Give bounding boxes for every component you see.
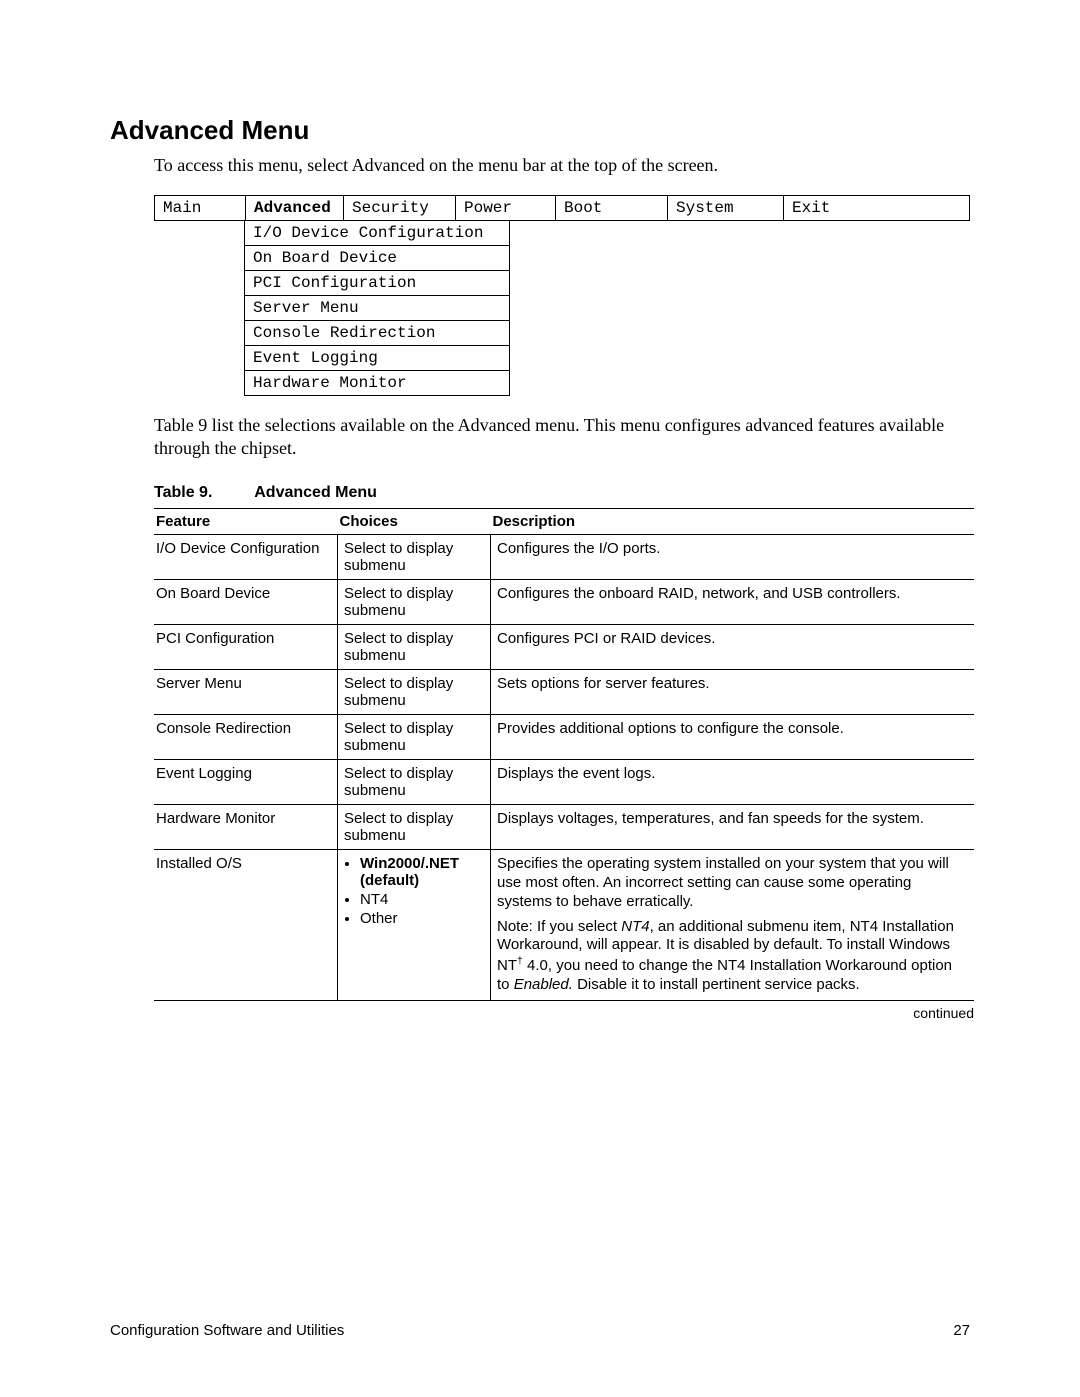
- table-row: Hardware MonitorSelect to display submen…: [154, 805, 974, 850]
- table-reference-paragraph: Table 9 list the selections available on…: [154, 414, 970, 461]
- menu-bar-item: System: [667, 196, 783, 220]
- table-row: Installed O/S Win2000/.NET (default) NT4 Ot…: [154, 850, 974, 1000]
- cell-description: Configures the I/O ports.: [491, 535, 975, 580]
- page-footer: Configuration Software and Utilities 27: [110, 1322, 970, 1339]
- bios-menu-bar: MainAdvancedSecurityPowerBootSystemExit: [154, 195, 970, 221]
- intro-paragraph: To access this menu, select Advanced on …: [154, 154, 970, 177]
- cell-choices: Select to display submenu: [338, 760, 491, 805]
- cell-description: Displays the event logs.: [491, 760, 975, 805]
- menu-bar-item: Advanced: [245, 196, 343, 220]
- menu-bar-item: Security: [343, 196, 455, 220]
- submenu-item: On Board Device: [245, 246, 509, 271]
- cell-choices: Select to display submenu: [338, 715, 491, 760]
- footer-left: Configuration Software and Utilities: [110, 1322, 344, 1339]
- menu-bar-item: Boot: [555, 196, 667, 220]
- choice-item: Other: [360, 910, 484, 927]
- col-header-choices: Choices: [338, 509, 491, 535]
- table-caption-number: Table 9.: [154, 484, 212, 501]
- cell-feature: PCI Configuration: [154, 625, 338, 670]
- submenu-item: PCI Configuration: [245, 271, 509, 296]
- cell-feature: On Board Device: [154, 580, 338, 625]
- bios-advanced-submenu: I/O Device ConfigurationOn Board DeviceP…: [244, 221, 510, 396]
- choice-item: Win2000/.NET (default): [360, 855, 484, 889]
- cell-feature: Console Redirection: [154, 715, 338, 760]
- table-caption-title: Advanced Menu: [254, 484, 377, 501]
- cell-choices: Select to display submenu: [338, 805, 491, 850]
- menu-bar-item: Power: [455, 196, 555, 220]
- table-row: Server MenuSelect to display submenuSets…: [154, 670, 974, 715]
- cell-description: Displays voltages, temperatures, and fan…: [491, 805, 975, 850]
- cell-feature: Hardware Monitor: [154, 805, 338, 850]
- bios-menu-block: MainAdvancedSecurityPowerBootSystemExit …: [154, 195, 970, 396]
- submenu-item: Event Logging: [245, 346, 509, 371]
- col-header-feature: Feature: [154, 509, 338, 535]
- table-caption: Table 9. Advanced Menu: [154, 484, 970, 502]
- cell-choices: Select to display submenu: [338, 670, 491, 715]
- submenu-item: Hardware Monitor: [245, 371, 509, 396]
- table-header-row: Feature Choices Description: [154, 509, 974, 535]
- cell-feature: Installed O/S: [154, 850, 338, 1000]
- footer-page-number: 27: [953, 1322, 970, 1339]
- page: Advanced Menu To access this menu, selec…: [0, 0, 1080, 1397]
- submenu-item: I/O Device Configuration: [245, 221, 509, 246]
- menu-bar-item: Main: [155, 196, 245, 220]
- cell-feature: Event Logging: [154, 760, 338, 805]
- cell-choices: Select to display submenu: [338, 535, 491, 580]
- section-heading: Advanced Menu: [110, 115, 970, 146]
- cell-description: Configures PCI or RAID devices.: [491, 625, 975, 670]
- choice-item: NT4: [360, 891, 484, 908]
- cell-choices: Select to display submenu: [338, 580, 491, 625]
- cell-feature: I/O Device Configuration: [154, 535, 338, 580]
- cell-description: Sets options for server features.: [491, 670, 975, 715]
- cell-feature: Server Menu: [154, 670, 338, 715]
- submenu-item: Server Menu: [245, 296, 509, 321]
- cell-description: Provides additional options to configure…: [491, 715, 975, 760]
- table-row: I/O Device ConfigurationSelect to displa…: [154, 535, 974, 580]
- cell-description: Specifies the operating system installed…: [491, 850, 975, 1000]
- cell-choices: Select to display submenu: [338, 625, 491, 670]
- advanced-menu-table: Feature Choices Description I/O Device C…: [154, 508, 974, 1000]
- submenu-item: Console Redirection: [245, 321, 509, 346]
- table-continued-label: continued: [154, 1005, 974, 1021]
- col-header-description: Description: [491, 509, 975, 535]
- cell-description: Configures the onboard RAID, network, an…: [491, 580, 975, 625]
- table-row: Console RedirectionSelect to display sub…: [154, 715, 974, 760]
- cell-choices: Win2000/.NET (default) NT4 Other: [338, 850, 491, 1000]
- menu-bar-item: Exit: [783, 196, 863, 220]
- table-row: On Board DeviceSelect to display submenu…: [154, 580, 974, 625]
- table-row: PCI ConfigurationSelect to display subme…: [154, 625, 974, 670]
- table-row: Event LoggingSelect to display submenuDi…: [154, 760, 974, 805]
